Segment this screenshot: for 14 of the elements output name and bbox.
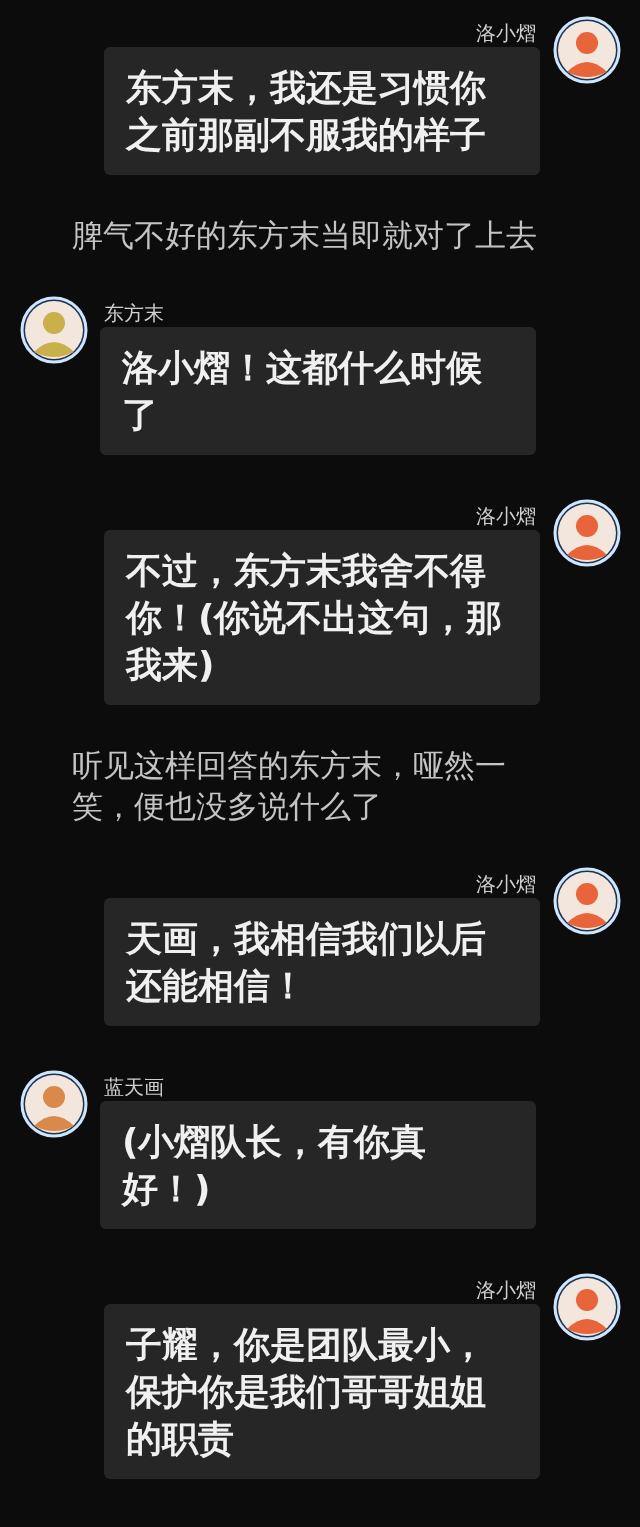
message-bubble: 子耀，你是团队最小， 保护你是我们哥哥姐姐 的职责 [104, 1304, 540, 1479]
message-bubble: 天画，我相信我们以后 还能相信！ [104, 898, 540, 1026]
narration-text: 脾气不好的东方末当即就对了上去 [71, 216, 538, 255]
sender-name: 洛小熠 [475, 1277, 537, 1304]
sender-name: 东方末 [103, 300, 165, 327]
sender-name: 洛小熠 [475, 20, 537, 47]
message-bubble: 东方末，我还是习惯你 之前那副不服我的样子 [104, 47, 540, 175]
sender-name: 洛小熠 [475, 871, 537, 898]
message-bubble: (小熠队长，有你真 好！) [100, 1101, 536, 1229]
message-bubble: 洛小熠！这都什么时候 了 [100, 327, 536, 455]
narration-text: 听见这样回答的东方末，哑然一 笑，便也没多说什么了 [71, 746, 507, 826]
message-bubble: 不过，东方末我舍不得 你！(你说不出这句，那 我来) [104, 530, 540, 705]
sender-name: 洛小熠 [475, 503, 537, 530]
sender-name: 蓝天画 [103, 1074, 165, 1101]
